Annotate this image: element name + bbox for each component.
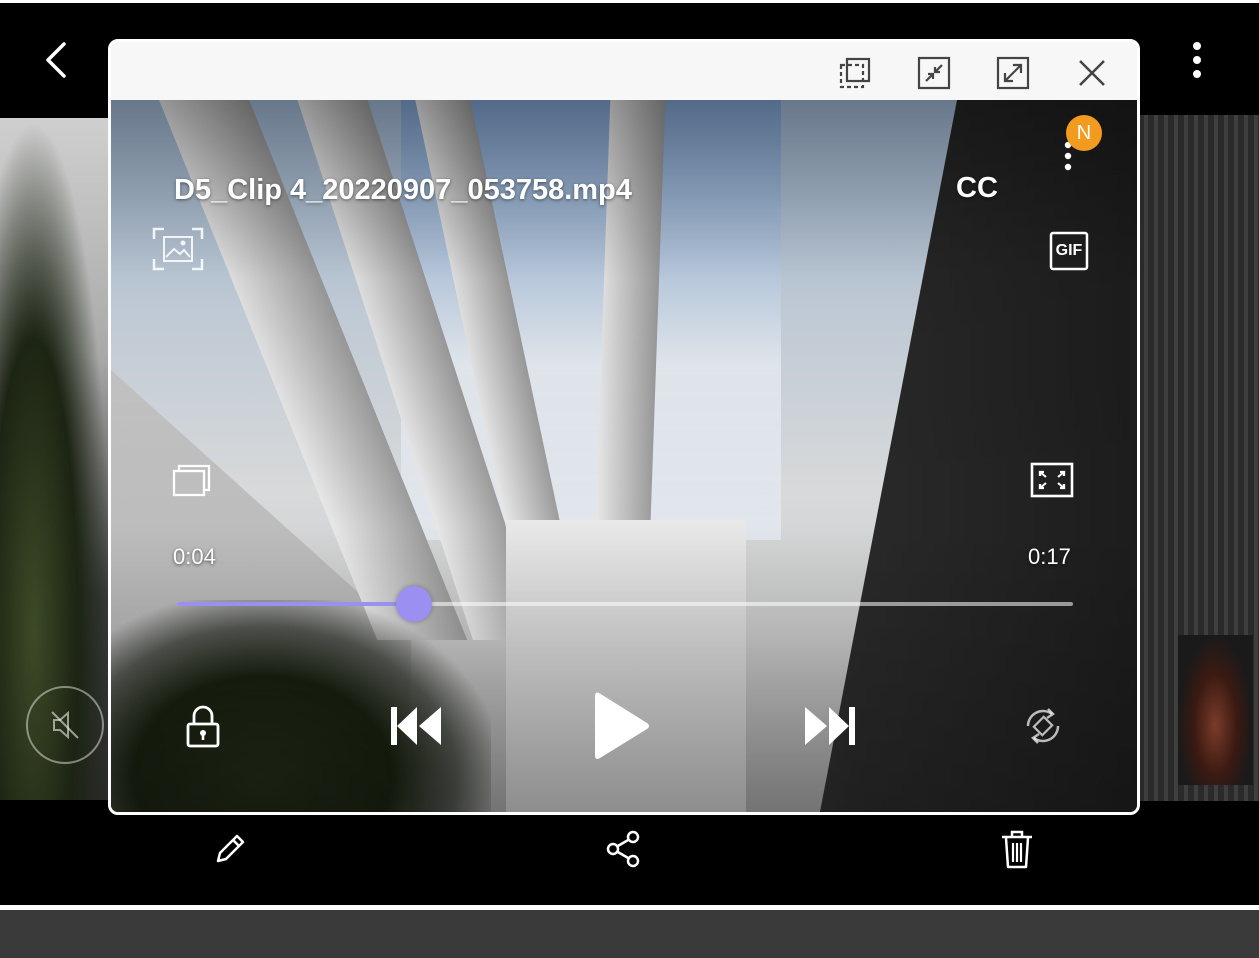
fullscreen-button[interactable] [1029, 460, 1075, 500]
current-time: 0:04 [173, 544, 216, 569]
capture-button[interactable] [151, 226, 205, 272]
capture-image-icon [152, 227, 204, 271]
lock-button[interactable] [181, 702, 225, 750]
seek-bar[interactable] [177, 586, 1073, 622]
background-photo-right [1138, 115, 1259, 801]
close-icon [1079, 60, 1105, 86]
auto-rotate-icon [1026, 708, 1060, 744]
back-button[interactable] [34, 38, 78, 82]
minimize-button[interactable] [914, 54, 954, 92]
popup-video-player: D5_Clip 4_20220907_053758.mp4 CC N GIF 0… [108, 39, 1140, 815]
lock-icon [186, 705, 220, 748]
maximize-button[interactable] [993, 54, 1033, 92]
edit-button[interactable] [208, 826, 252, 872]
mute-button[interactable] [26, 686, 104, 764]
play-button[interactable] [591, 686, 653, 766]
video-title: D5_Clip 4_20220907_053758.mp4 [174, 174, 632, 206]
previous-button[interactable] [387, 702, 445, 750]
fullscreen-icon [1030, 462, 1074, 498]
captions-button[interactable]: CC [956, 172, 998, 205]
seek-progress [177, 602, 415, 606]
total-time: 0:17 [1028, 544, 1071, 569]
auto-rotate-button[interactable] [1021, 702, 1065, 750]
more-options-button[interactable] [1180, 38, 1214, 82]
maximize-icon [996, 56, 1030, 90]
speaker-mute-icon [51, 710, 79, 740]
skip-previous-icon [391, 707, 441, 745]
gif-label: GIF [1055, 242, 1083, 259]
video-frame[interactable]: D5_Clip 4_20220907_053758.mp4 CC N GIF 0… [111, 100, 1137, 812]
chevron-left-icon [46, 42, 66, 78]
delete-button[interactable] [995, 826, 1039, 872]
popup-play-icon [172, 464, 211, 497]
bottom-divider [0, 905, 1259, 910]
skip-next-icon [805, 707, 855, 745]
pop-out-icon [839, 57, 871, 89]
gif-button[interactable]: GIF [1048, 230, 1090, 272]
minimize-icon [917, 56, 951, 90]
top-strip [0, 0, 1259, 3]
popup-play-button[interactable] [171, 460, 217, 500]
close-button[interactable] [1072, 54, 1112, 92]
play-icon [595, 692, 649, 759]
share-icon [606, 830, 640, 868]
more-vertical-icon [1193, 42, 1201, 78]
trash-icon [1002, 830, 1032, 869]
notification-badge: N [1066, 115, 1102, 151]
pencil-icon [216, 834, 245, 863]
next-button[interactable] [801, 702, 859, 750]
pop-out-button[interactable] [835, 54, 875, 92]
share-button[interactable] [601, 826, 645, 872]
popup-header [111, 42, 1137, 100]
